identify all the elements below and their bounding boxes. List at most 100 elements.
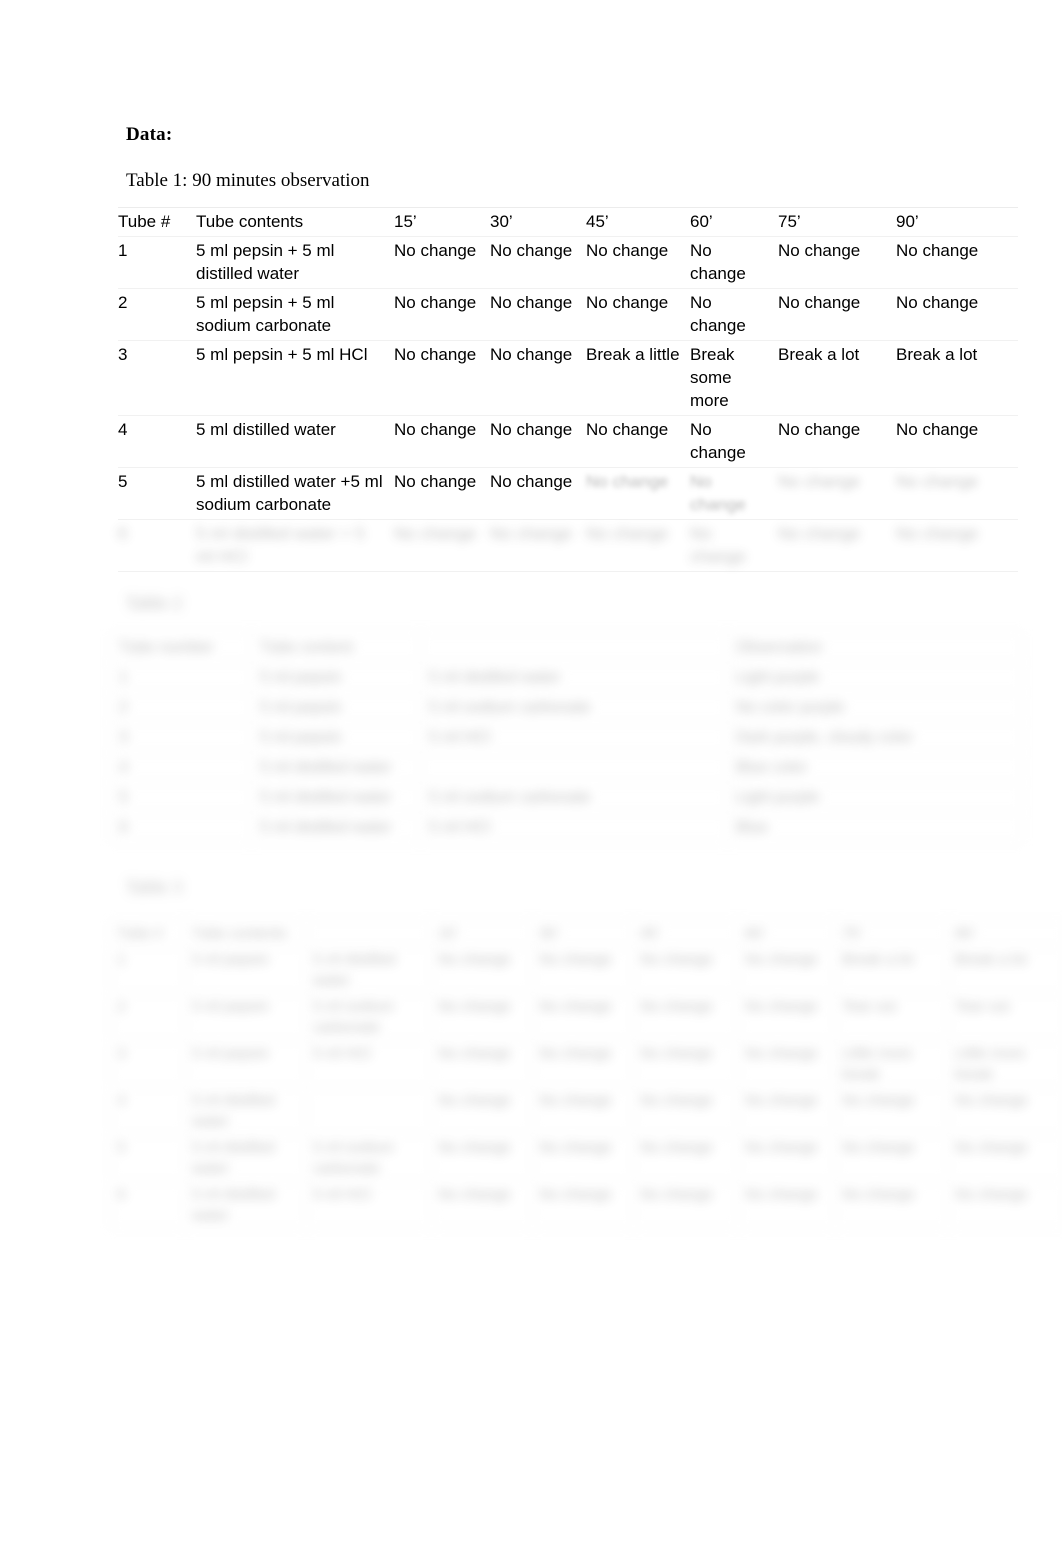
cell-tube-number: 1 — [110, 662, 252, 693]
cell-60min: No change — [738, 946, 836, 994]
cell-content-a: 5 ml pepsin — [251, 692, 421, 723]
cell-content-b: 5 ml HCl — [420, 722, 728, 753]
cell-75min: No change — [778, 288, 896, 341]
cell-75min: Little more break — [835, 1040, 949, 1088]
cell-90min: No change — [896, 288, 1018, 341]
cell-15min: No change — [431, 1087, 533, 1135]
cell-observation: No color purple — [727, 692, 1023, 723]
cell-15min: No change — [394, 288, 490, 341]
cell-observation: Light purple — [727, 782, 1023, 813]
cell-30min: No change — [532, 993, 634, 1041]
cell-tube-number: 3 — [118, 340, 196, 416]
col-header-tube-contents: Tube contents — [196, 207, 394, 237]
cell-45min: No change — [633, 1134, 739, 1182]
col-header-45min: 45’ — [633, 920, 739, 947]
cell-30min: No change — [532, 1087, 634, 1135]
table-row: 6 5 ml distilled water + 5 ml HCl No cha… — [118, 519, 1018, 572]
table-1-caption: Table 1: 90 minutes observation — [126, 170, 370, 191]
cell-tube-number: 6 — [110, 1181, 186, 1229]
col-header-15min: 15’ — [394, 207, 490, 237]
cell-content-a: 5 ml distilled water — [185, 1087, 307, 1135]
cell-45min: No change — [586, 415, 690, 468]
table-row: 3 5 ml pepsin 5 ml HCl No change No chan… — [110, 1040, 1062, 1088]
cell-75min: No change — [835, 1134, 949, 1182]
cell-content-a: 5 ml distilled water — [251, 812, 421, 843]
cell-tube-number: 3 — [110, 722, 252, 753]
cell-content-b: 5 ml sodium carbonate — [420, 782, 728, 813]
cell-content-b: 5 ml HCl — [306, 1040, 432, 1088]
cell-45min: No change — [586, 288, 690, 341]
cell-tube-number: 3 — [110, 1040, 186, 1088]
table-row: 6 5 ml distilled water 5 ml HCl Blue — [110, 812, 1023, 843]
col-header-45min: 45’ — [586, 207, 690, 237]
table-row: 5 5 ml distilled water +5 ml sodium carb… — [118, 467, 1018, 520]
cell-observation: Light purple — [727, 662, 1023, 693]
table-row: 5 5 ml distilled water 5 ml sodium carbo… — [110, 782, 1023, 813]
cell-75min: No change — [778, 236, 896, 289]
cell-30min: No change — [532, 946, 634, 994]
cell-75min: No change — [778, 467, 896, 520]
cell-tube-contents: 5 ml pepsin + 5 ml sodium carbonate — [196, 288, 394, 341]
col-header-tube-contents: Tube contents — [185, 920, 307, 947]
table-row: 3 5 ml pepsin + 5 ml HCl No change No ch… — [118, 340, 1018, 416]
cell-tube-contents: 5 ml pepsin + 5 ml distilled water — [196, 236, 394, 289]
cell-75min: Break a lot — [835, 946, 949, 994]
table-header-row: Tube # Tube contents 15’ 30’ 45’ 60’ 75’… — [110, 920, 1062, 947]
cell-15min: No change — [431, 1181, 533, 1229]
cell-15min: No change — [394, 467, 490, 520]
col-header-75min: 75’ — [835, 920, 949, 947]
cell-tube-contents: 5 ml distilled water +5 ml sodium carbon… — [196, 467, 394, 520]
cell-tube-number: 5 — [110, 1134, 186, 1182]
cell-content-b — [420, 752, 728, 783]
cell-observation: Blue color — [727, 752, 1023, 783]
cell-60min: No change — [738, 1040, 836, 1088]
cell-tube-number: 5 — [118, 467, 196, 520]
cell-15min: No change — [394, 519, 490, 572]
cell-90min: Tear out — [948, 993, 1062, 1041]
col-header-30min: 30’ — [490, 207, 586, 237]
cell-90min: No change — [948, 1134, 1062, 1182]
col-header-tube-content-extra — [420, 632, 728, 663]
cell-60min: No change — [690, 467, 778, 520]
cell-45min: No change — [633, 1040, 739, 1088]
table-row: 1 5 ml pepsin 5 ml distilled water No ch… — [110, 946, 1062, 994]
cell-90min: No change — [896, 519, 1018, 572]
table-row: 1 5 ml pepsin 5 ml distilled water Light… — [110, 662, 1023, 693]
cell-45min: No change — [586, 519, 690, 572]
col-header-tube-number: Tube # — [110, 920, 186, 947]
document-page: Data: Table 1: 90 minutes observation Tu… — [0, 0, 1062, 1556]
table-row: 3 5 ml pepsin 5 ml HCl Dark purple, clou… — [110, 722, 1023, 753]
cell-90min: Break a lot — [948, 946, 1062, 994]
cell-45min: No change — [633, 946, 739, 994]
cell-tube-number: 2 — [110, 993, 186, 1041]
cell-75min: No change — [835, 1181, 949, 1229]
table-header-row: Tube # Tube contents 15’ 30’ 45’ 60’ 75’… — [118, 207, 1018, 237]
cell-observation: Dark purple, cloudy color — [727, 722, 1023, 753]
cell-content-b: 5 ml HCl — [306, 1181, 432, 1229]
cell-30min: No change — [490, 519, 586, 572]
table-row: 4 5 ml distilled water No change No chan… — [110, 1087, 1062, 1135]
cell-tube-number: 5 — [110, 782, 252, 813]
cell-tube-number: 4 — [118, 415, 196, 468]
cell-tube-number: 4 — [110, 752, 252, 783]
cell-content-b: 5 ml sodium carbonate — [420, 692, 728, 723]
cell-30min: No change — [490, 236, 586, 289]
col-header-90min: 90’ — [948, 920, 1062, 947]
cell-tube-number: 2 — [110, 692, 252, 723]
table-3-observations: Tube # Tube contents 15’ 30’ 45’ 60’ 75’… — [110, 920, 1062, 1229]
cell-tube-contents: 5 ml distilled water + 5 ml HCl — [196, 519, 394, 572]
cell-15min: No change — [394, 236, 490, 289]
cell-15min: No change — [394, 340, 490, 416]
cell-60min: No change — [738, 1181, 836, 1229]
cell-30min: No change — [490, 288, 586, 341]
table-row: 2 5 ml pepsin 5 ml sodium carbonate No c… — [110, 993, 1062, 1041]
cell-15min: No change — [431, 1134, 533, 1182]
table-row: 1 5 ml pepsin + 5 ml distilled water No … — [118, 236, 1018, 289]
cell-60min: No change — [690, 288, 778, 341]
cell-75min: Break a lot — [778, 340, 896, 416]
cell-30min: No change — [532, 1181, 634, 1229]
cell-75min: No change — [778, 415, 896, 468]
cell-30min: No change — [532, 1134, 634, 1182]
cell-tube-number: 6 — [110, 812, 252, 843]
col-header-tube-contents-extra — [306, 920, 432, 947]
